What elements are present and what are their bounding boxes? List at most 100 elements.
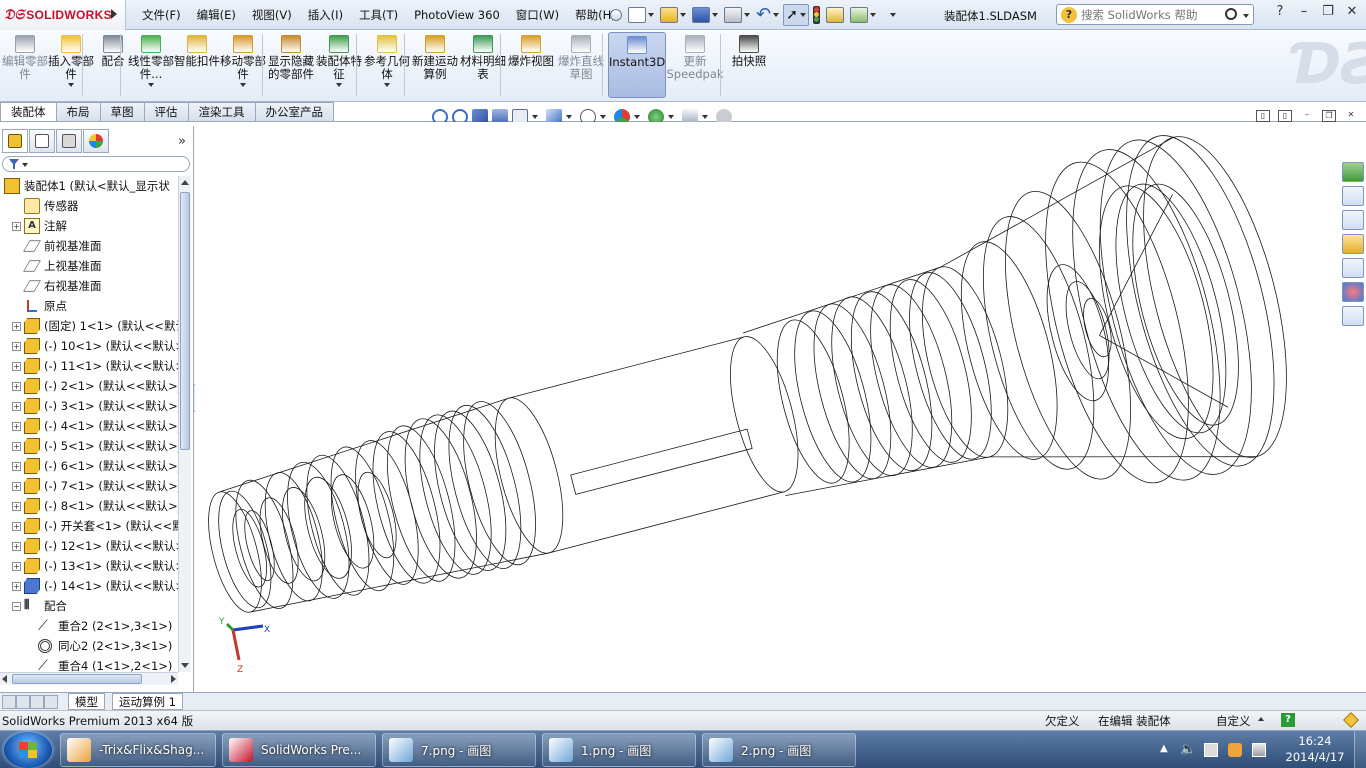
start-button[interactable] bbox=[4, 732, 52, 768]
linear-pattern-button[interactable]: 线性零部件... bbox=[128, 32, 174, 98]
design-library-icon[interactable] bbox=[1342, 210, 1364, 230]
expand-icon[interactable]: + bbox=[12, 401, 21, 411]
expand-icon[interactable]: + bbox=[12, 321, 21, 331]
chevron-down-icon[interactable] bbox=[773, 13, 780, 17]
menu-item[interactable]: PhotoView 360 bbox=[406, 8, 508, 22]
chevron-down-icon[interactable] bbox=[668, 115, 674, 119]
taskbar-item[interactable]: 2.png - 画图 bbox=[702, 733, 856, 767]
pin-menu-button[interactable] bbox=[608, 4, 624, 26]
tree-item[interactable]: + (-) 6<1> (默认<<默认>_ bbox=[0, 456, 178, 476]
view-palette-icon[interactable] bbox=[1342, 258, 1364, 278]
chevron-down-icon[interactable] bbox=[22, 163, 28, 167]
menu-item[interactable]: 视图(V) bbox=[244, 7, 300, 23]
help-icon[interactable]: ? bbox=[1272, 4, 1288, 20]
restore-button[interactable]: ❐ bbox=[1320, 4, 1336, 20]
chevron-down-icon[interactable] bbox=[384, 83, 390, 87]
undo-button[interactable]: ↶ bbox=[754, 4, 781, 26]
select-button[interactable]: ➚ bbox=[783, 4, 809, 26]
expand-icon[interactable]: + bbox=[12, 541, 21, 551]
assembly-wireframe-model[interactable]: X Y Z bbox=[195, 122, 1366, 692]
tree-horizontal-scrollbar[interactable] bbox=[0, 672, 178, 685]
tab-motion-study[interactable]: 运动算例 1 bbox=[112, 693, 183, 710]
chevron-down-icon[interactable] bbox=[148, 83, 154, 87]
tree-item[interactable]: + (-) 13<1> (默认<<默认> bbox=[0, 556, 178, 576]
insert-component-button[interactable]: 插入零部件 bbox=[48, 32, 94, 98]
menu-item[interactable]: 编辑(E) bbox=[189, 7, 244, 23]
tray-app-icon[interactable] bbox=[1228, 743, 1242, 757]
show-hidden-icons-icon[interactable]: ▲ bbox=[1160, 743, 1174, 757]
chevron-down-icon[interactable] bbox=[566, 115, 572, 119]
tab-propertymanager[interactable] bbox=[29, 129, 55, 153]
units-selector[interactable]: 自定义 bbox=[1216, 713, 1251, 729]
expand-icon[interactable]: + bbox=[12, 501, 21, 511]
tree-item[interactable]: + (-) 10<1> (默认<<默认> bbox=[0, 336, 178, 356]
last-tab-icon[interactable] bbox=[44, 695, 58, 709]
expand-icon[interactable]: + bbox=[12, 481, 21, 491]
show-desktop-button[interactable] bbox=[1354, 731, 1366, 768]
battery-icon[interactable] bbox=[1204, 743, 1218, 757]
tab-assembly[interactable]: 装配体 bbox=[0, 102, 57, 122]
tree-item[interactable]: + (-) 11<1> (默认<<默认> bbox=[0, 356, 178, 376]
solidworks-logo[interactable]: 𝔇𝔖 SOLIDWORKS bbox=[0, 0, 126, 30]
scroll-right-icon[interactable] bbox=[171, 675, 176, 683]
expand-icon[interactable]: + bbox=[12, 381, 21, 391]
rebuild-button[interactable] bbox=[811, 4, 822, 26]
tree-item[interactable]: + (-) 5<1> (默认<<默认>_ bbox=[0, 436, 178, 456]
motion-study-button[interactable]: 新建运动算例 bbox=[412, 32, 458, 98]
viewport-split-icon[interactable]: ▯ bbox=[1278, 110, 1292, 122]
logo-flyout-arrow-icon[interactable] bbox=[111, 9, 117, 19]
viewport-restore-button[interactable]: ❐ bbox=[1322, 110, 1336, 122]
tab-configurationmanager[interactable] bbox=[56, 129, 82, 153]
expand-icon[interactable]: + bbox=[12, 521, 21, 531]
chevron-down-icon[interactable] bbox=[634, 115, 640, 119]
tree-item[interactable]: + (-) 8<1> (默认<<默认>_ bbox=[0, 496, 178, 516]
tree-item[interactable]: + (-) 14<1> (默认<<默认> bbox=[0, 576, 178, 596]
file-explorer-icon[interactable] bbox=[1342, 234, 1364, 254]
print-button[interactable] bbox=[722, 4, 752, 26]
edit-component-button[interactable]: 编辑零部件 bbox=[2, 32, 48, 98]
menu-item[interactable]: 窗口(W) bbox=[508, 7, 567, 23]
quick-tips-icon[interactable]: ? bbox=[1281, 713, 1295, 727]
home-icon[interactable] bbox=[1342, 186, 1364, 206]
graphics-area[interactable]: X Y Z bbox=[195, 122, 1366, 692]
tab-displaymanager[interactable] bbox=[83, 129, 109, 153]
clock-date[interactable]: 2014/4/17 bbox=[1282, 750, 1348, 764]
scroll-down-icon[interactable] bbox=[181, 663, 189, 668]
move-component-button[interactable]: 移动零部件 bbox=[220, 32, 266, 98]
close-button[interactable]: ✕ bbox=[1344, 4, 1360, 20]
tab-model[interactable]: 模型 bbox=[68, 693, 105, 710]
tree-item[interactable]: + (-) 2<1> (默认<<默认>_ bbox=[0, 376, 178, 396]
chevron-down-icon[interactable] bbox=[799, 13, 806, 17]
expand-icon[interactable]: + bbox=[12, 361, 21, 371]
expand-icon[interactable]: + bbox=[12, 461, 21, 471]
explode-line-sketch-button[interactable]: 爆炸直线草图 bbox=[558, 32, 604, 98]
chevron-down-icon[interactable] bbox=[680, 13, 686, 17]
tab-render-tools[interactable]: 渲染工具 bbox=[187, 102, 256, 122]
chevron-down-icon[interactable] bbox=[532, 115, 538, 119]
tree-item[interactable]: ⟋ 重合4 (1<1>,2<1>) bbox=[0, 656, 178, 672]
taskbar-item[interactable]: -Trix&Flix&Shag... bbox=[60, 733, 216, 767]
chevron-down-icon[interactable] bbox=[869, 13, 876, 17]
tree-item[interactable]: 同心2 (2<1>,3<1>) bbox=[0, 636, 178, 656]
scroll-thumb[interactable] bbox=[180, 192, 190, 450]
taskbar-item[interactable]: 1.png - 画图 bbox=[542, 733, 696, 767]
chevron-down-icon[interactable] bbox=[240, 83, 246, 87]
tree-item[interactable]: + (-) 4<1> (默认<<默认>_ bbox=[0, 416, 178, 436]
snapshot-button[interactable]: 拍快照 bbox=[726, 32, 772, 98]
tree-item[interactable]: + (-) 开关套<1> (默认<<默 bbox=[0, 516, 178, 536]
speedpak-button[interactable]: 更新Speedpak bbox=[666, 32, 724, 98]
volume-icon[interactable]: 🔈 bbox=[1180, 743, 1196, 757]
chevron-down-icon[interactable] bbox=[68, 83, 74, 87]
tab-office-products[interactable]: 办公室产品 bbox=[254, 102, 334, 122]
toolbar-overflow-button[interactable] bbox=[880, 4, 898, 26]
tree-item[interactable]: 前视基准面 bbox=[0, 236, 178, 256]
tree-vertical-scrollbar[interactable] bbox=[178, 176, 191, 672]
taskbar-item[interactable]: SolidWorks Pre... bbox=[222, 733, 376, 767]
tab-sketch[interactable]: 草图 bbox=[99, 102, 145, 122]
tab-layout[interactable]: 布局 bbox=[55, 102, 101, 122]
exploded-view-button[interactable]: 爆炸视图 bbox=[508, 32, 554, 98]
smart-fasteners-button[interactable]: 智能扣件 bbox=[174, 32, 220, 98]
next-tab-icon[interactable] bbox=[30, 695, 44, 709]
solidworks-resources-icon[interactable] bbox=[1342, 162, 1364, 182]
chevron-down-icon[interactable] bbox=[889, 13, 896, 17]
